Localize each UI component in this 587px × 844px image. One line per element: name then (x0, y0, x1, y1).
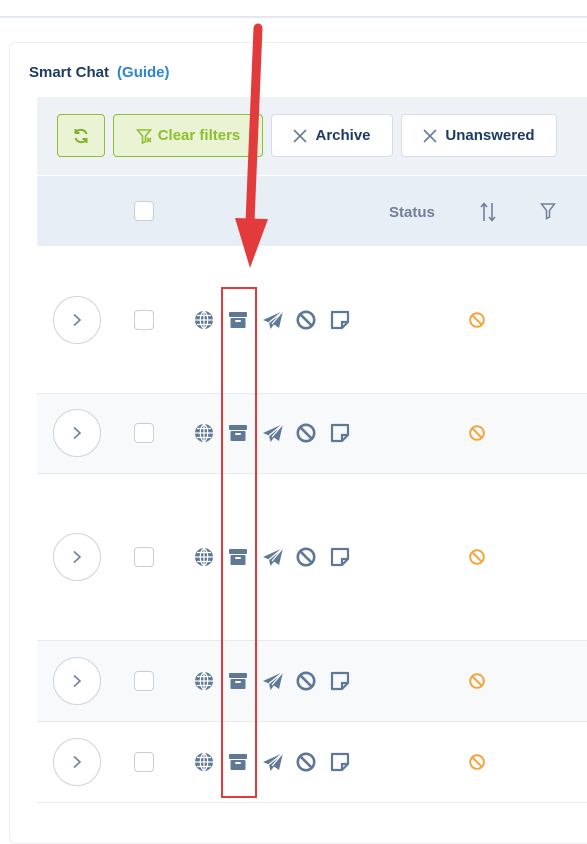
highlight-box (221, 287, 257, 798)
block-icon[interactable] (295, 546, 317, 568)
expand-row-button[interactable] (53, 533, 101, 581)
page-title: Smart Chat (Guide) (29, 64, 170, 81)
status-block-icon (469, 754, 485, 770)
globe-icon[interactable] (193, 670, 215, 692)
block-icon[interactable] (295, 309, 317, 331)
chevron-right-icon (73, 755, 82, 769)
close-icon[interactable] (293, 128, 308, 143)
chevron-right-icon (73, 313, 82, 327)
status-block-icon (469, 312, 485, 328)
sort-icon[interactable] (479, 201, 497, 223)
row-divider (37, 802, 587, 803)
page-title-text: Smart Chat (29, 64, 110, 81)
chevron-right-icon (73, 550, 82, 564)
send-icon[interactable] (262, 670, 284, 692)
chevron-right-icon (73, 426, 82, 440)
expand-row-button[interactable] (53, 657, 101, 705)
globe-icon[interactable] (193, 422, 215, 444)
chevron-right-icon (73, 674, 82, 688)
refresh-button[interactable] (57, 114, 105, 157)
clear-filters-label: Clear filters (157, 127, 241, 144)
send-icon[interactable] (262, 751, 284, 773)
column-filter-icon[interactable] (540, 201, 556, 221)
block-icon[interactable] (295, 422, 317, 444)
archive-filter-chip[interactable]: Archive (271, 114, 393, 157)
globe-icon[interactable] (193, 546, 215, 568)
row-checkbox[interactable] (134, 752, 154, 772)
note-icon[interactable] (329, 751, 351, 773)
globe-icon[interactable] (193, 751, 215, 773)
send-icon[interactable] (262, 309, 284, 331)
clear-filters-button[interactable]: Clear filters (113, 114, 263, 157)
send-icon[interactable] (262, 546, 284, 568)
table-header (37, 176, 587, 246)
guide-link[interactable]: (Guide) (117, 64, 170, 81)
note-icon[interactable] (329, 309, 351, 331)
filter-clear-icon (135, 128, 152, 144)
close-icon[interactable] (423, 128, 438, 143)
status-block-icon (469, 425, 485, 441)
expand-row-button[interactable] (53, 296, 101, 344)
status-block-icon (469, 673, 485, 689)
unanswered-filter-chip[interactable]: Unanswered (401, 114, 557, 157)
status-column-header[interactable]: Status (389, 204, 435, 221)
top-divider (0, 16, 587, 18)
row-checkbox[interactable] (134, 310, 154, 330)
row-checkbox[interactable] (134, 547, 154, 567)
row-checkbox[interactable] (134, 423, 154, 443)
unanswered-chip-label: Unanswered (445, 127, 535, 144)
select-all-checkbox[interactable] (134, 201, 154, 221)
refresh-icon (74, 128, 88, 143)
row-checkbox[interactable] (134, 671, 154, 691)
expand-row-button[interactable] (53, 738, 101, 786)
block-icon[interactable] (295, 670, 317, 692)
globe-icon[interactable] (193, 309, 215, 331)
archive-chip-label: Archive (315, 127, 371, 144)
expand-row-button[interactable] (53, 409, 101, 457)
send-icon[interactable] (262, 422, 284, 444)
note-icon[interactable] (329, 670, 351, 692)
block-icon[interactable] (295, 751, 317, 773)
note-icon[interactable] (329, 422, 351, 444)
note-icon[interactable] (329, 546, 351, 568)
status-block-icon (469, 549, 485, 565)
